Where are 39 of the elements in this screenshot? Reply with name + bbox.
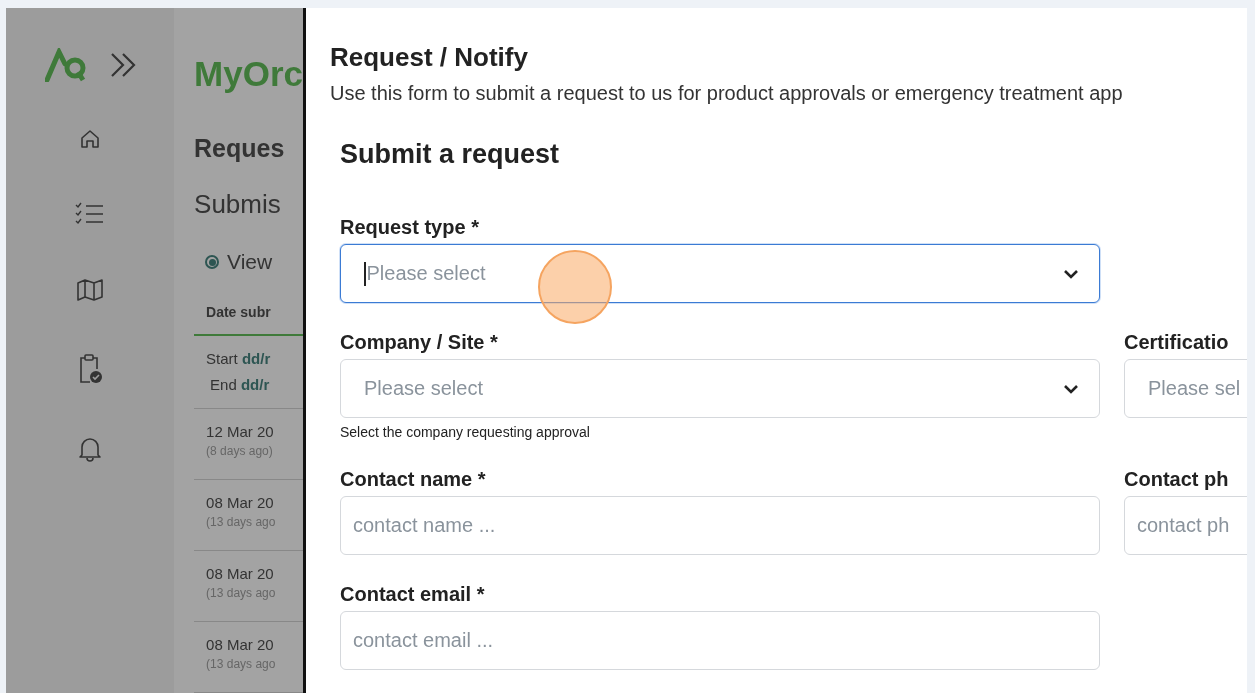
select-field[interactable]: Please sel bbox=[1124, 359, 1247, 418]
radio-label: View bbox=[227, 250, 273, 274]
clipboard-check-icon[interactable] bbox=[78, 354, 103, 384]
field-label: Contact email * bbox=[340, 583, 486, 606]
chevron-down-icon bbox=[1063, 383, 1079, 394]
panel-description: Use this form to submit a request to us for product approvals or emergency treatment app bbox=[330, 82, 1124, 105]
page-heading: Reques bbox=[194, 134, 286, 163]
page-subheading: Submis bbox=[194, 189, 282, 220]
checklist-icon[interactable] bbox=[75, 202, 106, 226]
form-title: Submit a request bbox=[340, 139, 561, 170]
app-title: MyOrc bbox=[194, 54, 303, 94]
date-filter-end[interactable]: End dd/r bbox=[206, 372, 303, 398]
date-cell-text: 08 Mar 20 bbox=[206, 565, 275, 582]
field-label: Contact ph bbox=[1124, 468, 1230, 491]
select-field[interactable]: Please select bbox=[340, 359, 1100, 418]
bell-icon[interactable] bbox=[78, 436, 103, 462]
field-label: Contact name * bbox=[340, 468, 487, 491]
date-cell-text: 12 Mar 20 bbox=[206, 423, 275, 440]
date-filter-start[interactable]: Start dd/r bbox=[206, 346, 303, 372]
map-icon[interactable] bbox=[76, 278, 105, 302]
field-label: Certificatio bbox=[1124, 331, 1230, 354]
relative-date: (13 days ago bbox=[206, 586, 277, 600]
text-input[interactable]: contact ph bbox=[1124, 496, 1247, 555]
relative-date: (13 days ago bbox=[206, 657, 277, 671]
panel-title: Request / Notify bbox=[330, 42, 529, 73]
field-label: Company / Site * bbox=[340, 331, 499, 354]
field-hint: Select the company requesting approval bbox=[340, 424, 591, 440]
home-icon[interactable] bbox=[79, 128, 102, 150]
column-header: Date subr bbox=[194, 304, 303, 336]
relative-date: (13 days ago bbox=[206, 515, 277, 529]
date-cell-text: 08 Mar 20 bbox=[206, 494, 275, 511]
text-input[interactable]: contact name ... bbox=[340, 496, 1100, 555]
chevron-down-icon bbox=[1063, 268, 1079, 279]
field-label: Request type * bbox=[340, 216, 480, 239]
date-cell-text: 08 Mar 20 bbox=[206, 636, 275, 653]
select-field[interactable]: Please select bbox=[340, 244, 1100, 303]
text-input[interactable]: contact email ... bbox=[340, 611, 1100, 670]
radio-button[interactable] bbox=[205, 255, 220, 269]
relative-date: (8 days ago) bbox=[206, 444, 274, 458]
